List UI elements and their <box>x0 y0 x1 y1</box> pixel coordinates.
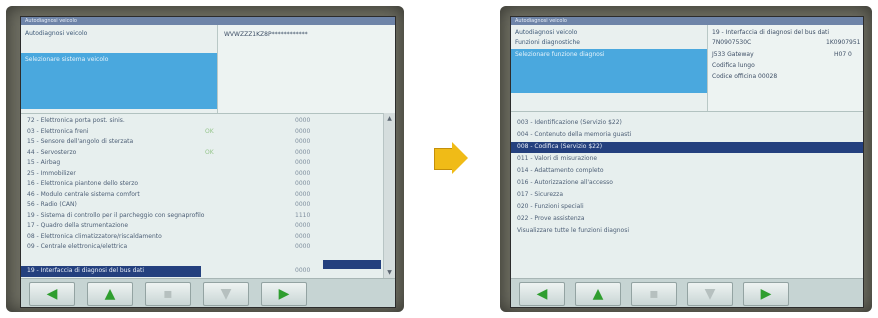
module-name: 19 - Interfaccia di diagnosi del bus dat… <box>712 29 830 36</box>
breadcrumb-item[interactable]: Autodiagnosi veicolo <box>25 29 87 38</box>
module-info-pane: 19 - Interfaccia di diagnosi del bus dat… <box>708 25 863 111</box>
forward-button[interactable]: ▶ <box>261 282 307 306</box>
print-button[interactable]: ▪ <box>145 282 191 306</box>
list-item[interactable]: 72 - Elettronica porta post. sinis. 0000 <box>21 116 383 127</box>
breadcrumb-item[interactable]: Autodiagnosi veicolo <box>515 28 577 37</box>
back-button[interactable]: ◀ <box>519 282 565 306</box>
list-item[interactable]: 011 - Valori di misurazione <box>511 154 863 165</box>
transition-arrow-icon <box>434 140 470 174</box>
function-list: 003 - Identificazione (Servizio $22) 004… <box>511 111 863 280</box>
list-item[interactable]: 56 - Radio (CAN) 0000 <box>21 200 383 211</box>
part-number: 7N0907530C <box>712 39 752 46</box>
list-item[interactable]: 44 - Servosterzo OK 0000 <box>21 148 383 159</box>
list-item[interactable]: 022 - Prove assistenza <box>511 214 863 225</box>
breadcrumb-item[interactable]: Funzioni diagnostiche <box>515 38 580 47</box>
screen-photo-left: Autodiagnosi veicolo Autodiagnosi veicol… <box>6 6 404 312</box>
vin-label: WVWZZZ1KZ8P************ <box>224 31 308 38</box>
back-button[interactable]: ◀ <box>29 282 75 306</box>
list-item[interactable]: 17 - Quadro della strumentazione 0000 <box>21 221 383 232</box>
selection-highlight <box>323 260 381 269</box>
diagnostic-screen-right: Autodiagnosi veicolo Autodiagnosi veicol… <box>510 16 864 308</box>
list-item[interactable]: 004 - Contenuto della memoria guasti <box>511 130 863 141</box>
list-item[interactable]: 46 - Modulo centrale sistema comfort 0000 <box>21 190 383 201</box>
selection-highlight <box>643 142 863 153</box>
forward-button[interactable]: ▶ <box>743 282 789 306</box>
vehicle-info-pane: WVWZZZ1KZ8P************ <box>218 25 395 113</box>
list-item[interactable]: Visualizzare tutte le funzioni diagnosi <box>511 226 863 237</box>
header-nav-pane: Autodiagnosi veicolo Funzioni diagnostic… <box>511 25 708 111</box>
list-item[interactable]: 25 - Immobilizer 0000 <box>21 169 383 180</box>
list-item[interactable]: 09 - Centrale elettronica/elettrica 0000 <box>21 242 383 253</box>
list-item-selected[interactable]: 19 - Interfaccia di diagnosi del bus dat… <box>21 266 201 277</box>
list-item[interactable]: 003 - Identificazione (Servizio $22) <box>511 118 863 129</box>
window-titlebar: Autodiagnosi veicolo <box>511 17 863 25</box>
list-scrollbar[interactable]: ▲ ▼ <box>383 113 395 279</box>
screen-photo-right: Autodiagnosi veicolo Autodiagnosi veicol… <box>500 6 872 312</box>
workshop-code: Codice officina 00028 <box>712 73 778 80</box>
selected-step-label: Selezionare sistema veicolo <box>21 53 217 109</box>
list-item[interactable]: 15 - Sensore dell'angolo di sterzata 0000 <box>21 137 383 148</box>
header-nav-pane: Autodiagnosi veicolo Selezionare sistema… <box>21 25 218 113</box>
down-button[interactable]: ▼ <box>687 282 733 306</box>
navigation-toolbar: ◀ ▲ ▪ ▼ ▶ <box>21 278 395 307</box>
window-titlebar: Autodiagnosi veicolo <box>21 17 395 25</box>
list-item[interactable]: 16 - Elettronica piantone dello sterzo 00… <box>21 179 383 190</box>
system-list: 72 - Elettronica porta post. sinis. 0000 … <box>21 113 383 280</box>
list-item[interactable]: 19 - Sistema di controllo per il parcheg… <box>21 211 383 222</box>
list-item[interactable]: 08 - Elettronica climatizzatore/riscalda… <box>21 232 383 243</box>
side-part-number: 1K0907951 <box>826 39 861 46</box>
print-button[interactable]: ▪ <box>631 282 677 306</box>
component-name: J533 Gateway <box>712 51 754 58</box>
up-button[interactable]: ▲ <box>87 282 133 306</box>
list-item[interactable]: 017 - Sicurezza <box>511 190 863 201</box>
list-item[interactable]: 15 - Airbag 0000 <box>21 158 383 169</box>
down-button[interactable]: ▼ <box>203 282 249 306</box>
list-item[interactable]: 020 - Funzioni speciali <box>511 202 863 213</box>
side-version: H07 0 <box>834 51 852 58</box>
list-item[interactable]: 03 - Elettronica freni OK 0000 <box>21 127 383 138</box>
selected-step-label: Selezionare funzione diagnosi <box>511 49 707 93</box>
coding-type: Codifica lungo <box>712 62 755 69</box>
navigation-toolbar: ◀ ▲ ▪ ▼ ▶ <box>511 278 863 307</box>
diagnostic-screen-left: Autodiagnosi veicolo Autodiagnosi veicol… <box>20 16 396 308</box>
up-button[interactable]: ▲ <box>575 282 621 306</box>
list-item[interactable]: 016 - Autorizzazione all'accesso <box>511 178 863 189</box>
list-item[interactable]: 014 - Adattamento completo <box>511 166 863 177</box>
scroll-up-icon[interactable]: ▲ <box>385 115 394 123</box>
scroll-down-icon[interactable]: ▼ <box>385 269 394 277</box>
list-item-selected[interactable]: 008 - Codifica (Servizio $22) <box>511 142 643 153</box>
